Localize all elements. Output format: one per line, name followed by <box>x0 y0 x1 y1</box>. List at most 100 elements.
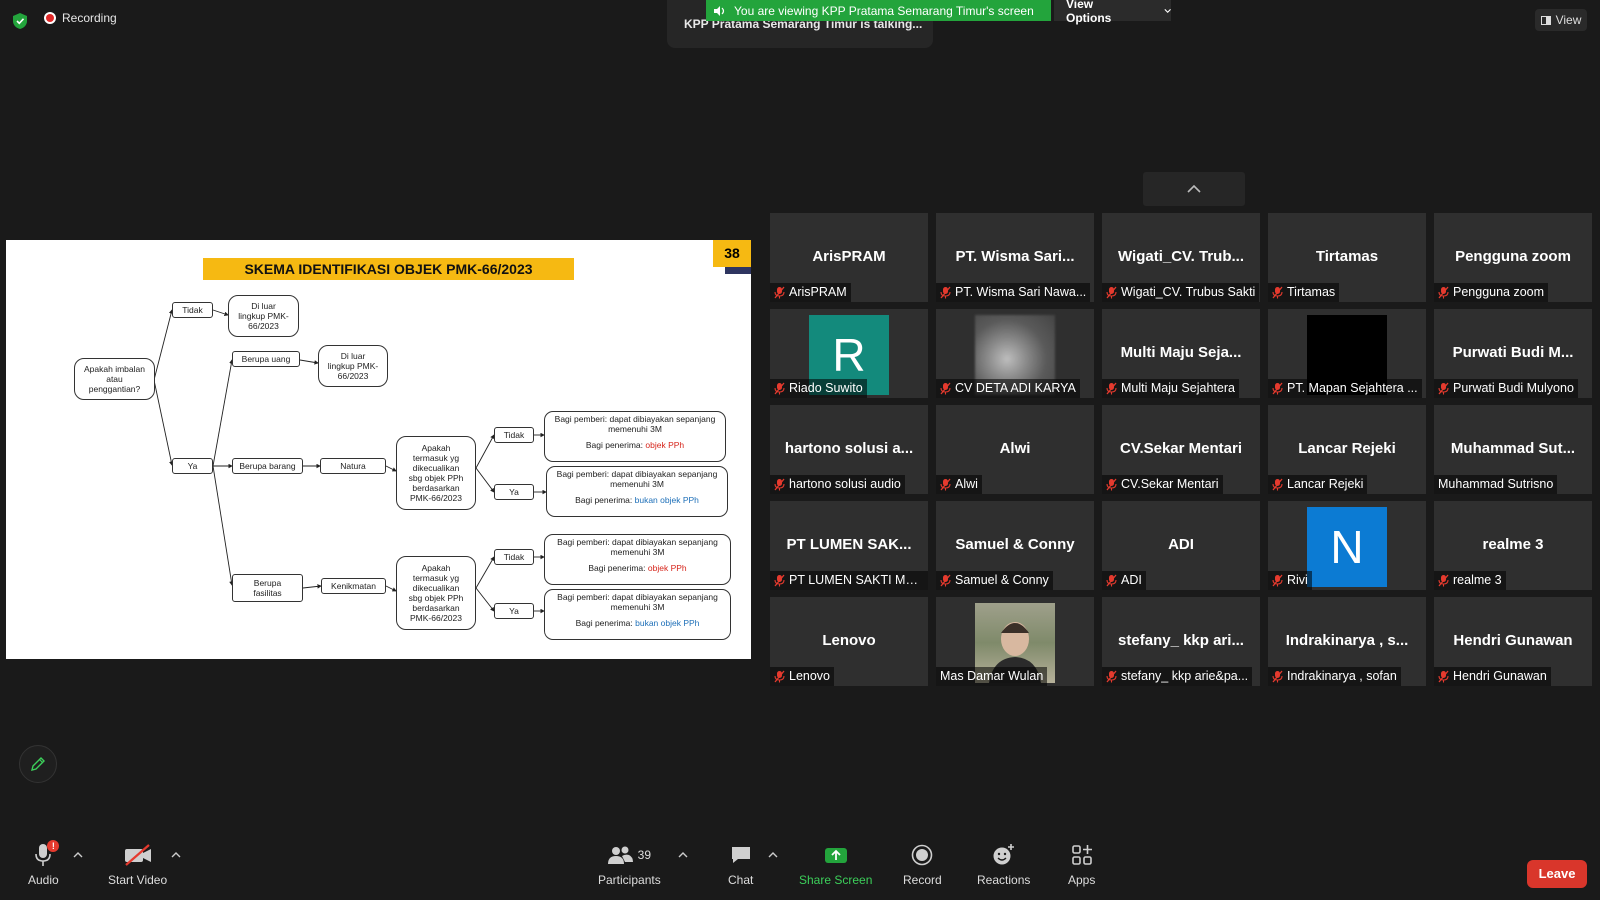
node-result-bukan-objek-2: Bagi pemberi: dapat dibiayakan sepanjang… <box>544 589 731 640</box>
participant-tile[interactable]: R Riado Suwito <box>770 309 928 398</box>
muted-mic-icon <box>1438 574 1449 586</box>
participant-tile[interactable]: Samuel & Conny Samuel & Conny <box>936 501 1094 590</box>
view-options-dropdown[interactable]: View Options <box>1054 0 1171 25</box>
node-result-objek-2: Bagi pemberi: dapat dibiayakan sepanjang… <box>544 534 731 585</box>
muted-mic-icon <box>940 286 951 298</box>
record-button[interactable]: Record <box>903 840 942 887</box>
shared-screen-slide: SKEMA IDENTIFIKASI OBJEK PMK-66/2023 38 … <box>6 240 751 659</box>
participant-display-name: ArisPRAM <box>812 248 886 265</box>
view-button-label: View <box>1555 13 1582 27</box>
node-berupa-uang: Berupa uang <box>232 351 300 367</box>
chat-caret-icon[interactable] <box>768 852 778 858</box>
participant-tile[interactable]: Wigati_CV. Trub... Wigati_CV. Trubus Sakt… <box>1102 213 1260 302</box>
participant-tile[interactable]: CV DETA ADI KARYA <box>936 309 1094 398</box>
participant-gallery: ArisPRAM ArisPRAM PT. Wisma Sari... PT. Wis… <box>770 213 1594 686</box>
participant-tile[interactable]: Pengguna zoom Pengguna zoom <box>1434 213 1592 302</box>
participant-tile[interactable]: Lancar Rejeki Lancar Rejeki <box>1268 405 1426 494</box>
node-luar-lingkup-2: Di luar lingkup PMK- 66/2023 <box>318 345 388 387</box>
participant-tile[interactable]: Indrakinarya , s... Indrakinarya , sofan <box>1268 597 1426 686</box>
participant-tile[interactable]: ArisPRAM ArisPRAM <box>770 213 928 302</box>
participant-name-label: Mas Damar Wulan <box>936 667 1048 686</box>
muted-mic-icon <box>1106 574 1117 586</box>
participant-display-name: Tirtamas <box>1315 248 1379 265</box>
participant-tile[interactable]: stefany_ kkp ari... stefany_ kkp arie&pa.… <box>1102 597 1260 686</box>
chat-icon <box>731 847 750 863</box>
participant-tile[interactable]: Mas Damar Wulan <box>936 597 1094 686</box>
annotate-button[interactable] <box>19 745 57 783</box>
node-apakah-1: Apakah termasuk yg dikecualikan sbg objek P… <box>396 436 476 510</box>
meeting-window: { "topbar": { "recording_label": "Record… <box>0 0 1600 900</box>
start-video-button[interactable]: Start Video <box>108 840 167 887</box>
participant-tile[interactable]: Muhammad Sut... Muhammad Sutrisno <box>1434 405 1592 494</box>
recording-indicator[interactable]: Recording <box>44 11 117 25</box>
muted-mic-icon <box>774 574 785 586</box>
leave-button[interactable]: Leave <box>1527 860 1587 888</box>
participant-name-label: PT. Wisma Sari Nawa... <box>936 283 1091 302</box>
muted-mic-icon <box>1106 382 1117 394</box>
node-ya-2: Ya <box>494 603 534 619</box>
participant-tile[interactable]: Hendri Gunawan Hendri Gunawan <box>1434 597 1592 686</box>
participants-button[interactable]: 39 Participants <box>598 840 661 887</box>
participant-tile[interactable]: Alwi Alwi <box>936 405 1094 494</box>
participant-display-name: Hendri Gunawan <box>1453 632 1573 649</box>
reactions-label: Reactions <box>977 873 1031 887</box>
participant-tile[interactable]: PT LUMEN SAK... PT LUMEN SAKTI MA... <box>770 501 928 590</box>
muted-mic-icon <box>940 574 951 586</box>
video-caret-icon[interactable] <box>171 852 181 858</box>
participant-name-label: Lancar Rejeki <box>1268 475 1368 494</box>
participant-display-name: Muhammad Sut... <box>1450 440 1576 457</box>
recording-label: Recording <box>62 11 117 25</box>
participant-tile[interactable]: PT. Wisma Sari... PT. Wisma Sari Nawa... <box>936 213 1094 302</box>
participant-display-name: Pengguna zoom <box>1455 248 1571 265</box>
participant-tile[interactable]: Lenovo Lenovo <box>770 597 928 686</box>
participant-name-label: Rivi <box>1268 571 1312 590</box>
participant-name-label: Indrakinarya , sofan <box>1268 667 1401 686</box>
viewing-banner-text: You are viewing KPP Pratama Semarang Tim… <box>734 3 1034 18</box>
avatar: N <box>1307 507 1387 587</box>
muted-mic-icon <box>774 382 785 394</box>
participant-tile[interactable]: ADI ADI <box>1102 501 1260 590</box>
participant-display-name: Purwati Budi M... <box>1452 344 1574 361</box>
participant-tile[interactable]: Purwati Budi M... Purwati Budi Mulyono <box>1434 309 1592 398</box>
participant-display-name: PT. Wisma Sari... <box>955 248 1075 265</box>
participant-tile[interactable]: realme 3 realme 3 <box>1434 501 1592 590</box>
chevron-down-icon <box>1164 8 1171 13</box>
participant-tile[interactable]: CV.Sekar Mentari CV.Sekar Mentari <box>1102 405 1260 494</box>
participant-tile[interactable]: hartono solusi a... hartono solusi audio <box>770 405 928 494</box>
reactions-button[interactable]: Reactions <box>977 840 1030 887</box>
participant-tile[interactable]: Multi Maju Seja... Multi Maju Sejahtera <box>1102 309 1260 398</box>
security-shield-icon[interactable] <box>12 12 28 30</box>
share-screen-label: Share Screen <box>799 873 873 887</box>
collapse-gallery-button[interactable] <box>1143 172 1245 206</box>
muted-mic-icon <box>1106 478 1117 490</box>
audio-button[interactable]: ! Audio <box>28 840 60 887</box>
node-luar-lingkup-1: Di luar lingkup PMK- 66/2023 <box>228 295 299 337</box>
node-apakah-2: Apakah termasuk yg dikecualikan sbg objek P… <box>396 556 476 630</box>
record-label: Record <box>903 873 942 887</box>
node-imbalan: Apakah imbalan atau penggantian? <box>74 358 155 400</box>
node-tidak-top: Tidak <box>172 302 213 318</box>
participants-icon <box>607 846 633 864</box>
participant-tile[interactable]: N Rivi <box>1268 501 1426 590</box>
view-button[interactable]: View <box>1535 9 1587 31</box>
participant-display-name: stefany_ kkp ari... <box>1118 632 1244 649</box>
participant-name-label: Riado Suwito <box>770 379 867 398</box>
participant-display-name: Samuel & Conny <box>955 536 1075 553</box>
participant-name-label: hartono solusi audio <box>770 475 905 494</box>
participant-name-label: Pengguna zoom <box>1434 283 1549 302</box>
apps-button[interactable]: Apps <box>1068 840 1095 887</box>
participants-caret-icon[interactable] <box>678 852 688 858</box>
view-options-label: View Options <box>1066 0 1112 25</box>
viewing-banner: You are viewing KPP Pratama Semarang Tim… <box>706 0 1051 21</box>
participant-tile[interactable]: Tirtamas Tirtamas <box>1268 213 1426 302</box>
audio-caret-icon[interactable] <box>73 852 83 858</box>
chat-button[interactable]: Chat <box>728 840 753 887</box>
participant-name-label: stefany_ kkp arie&pa... <box>1102 667 1253 686</box>
slide-page-accent <box>725 267 751 274</box>
participant-display-name: Lancar Rejeki <box>1298 440 1396 457</box>
participant-display-name: Alwi <box>999 440 1031 457</box>
share-screen-button[interactable]: Share Screen <box>799 840 872 887</box>
muted-mic-icon <box>774 670 785 682</box>
participant-tile[interactable]: PT. Mapan Sejahtera ... <box>1268 309 1426 398</box>
slide-title: SKEMA IDENTIFIKASI OBJEK PMK-66/2023 <box>203 258 574 280</box>
